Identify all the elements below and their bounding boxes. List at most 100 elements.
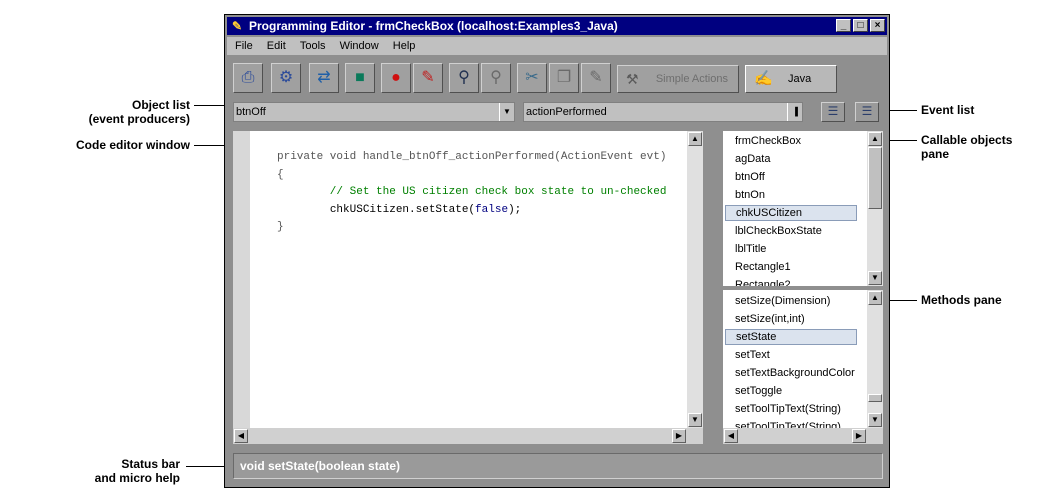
objects-scrollbar[interactable]: ▲ ▼ — [867, 131, 883, 286]
scroll-left-icon[interactable]: ◀ — [724, 429, 738, 443]
minimize-button[interactable]: _ — [836, 19, 851, 32]
event-list-dropdown[interactable]: actionPerformed ▐ — [523, 102, 803, 122]
methods-scrollbar[interactable]: ▲ ▼ — [867, 290, 883, 428]
code-line: } — [277, 221, 284, 233]
methods-horizontal-scrollbar[interactable]: ◀ ▶ — [723, 428, 883, 444]
run-icon: ⇄ — [317, 69, 331, 86]
window-title: Programming Editor - frmCheckBox (localh… — [249, 19, 618, 33]
list-item[interactable]: agData — [735, 151, 770, 167]
scroll-up-icon[interactable]: ▲ — [688, 132, 702, 146]
print-icon: ⎙ — [241, 69, 255, 86]
annotation-status-bar: Status bar and micro help — [40, 457, 180, 485]
object-list-dropdown[interactable]: btnOff ▼ — [233, 102, 515, 122]
scroll-right-icon[interactable]: ▶ — [672, 429, 686, 443]
title-bar[interactable]: ✎ Programming Editor - frmCheckBox (loca… — [227, 17, 887, 35]
debug-button[interactable]: ■ — [345, 63, 375, 93]
single-pane-button[interactable]: ☰ — [821, 102, 845, 122]
annotation-object-list-title: Object list — [131, 98, 190, 112]
list-item[interactable]: Rectangle1 — [735, 259, 791, 275]
list-item[interactable]: lblCheckBoxState — [735, 223, 822, 239]
chevron-down-icon[interactable]: ▐ — [787, 103, 802, 121]
annotation-code-editor: Code editor window — [76, 138, 190, 152]
list-item[interactable]: setTextBackgroundColor — [735, 365, 855, 381]
cut-button[interactable]: ✂ — [517, 63, 547, 93]
list-item[interactable]: btnOn — [735, 187, 765, 203]
stop-button[interactable]: ● — [381, 63, 411, 93]
split-pane-button[interactable]: ☰ — [855, 102, 879, 122]
simple-actions-label: Simple Actions — [655, 73, 728, 85]
list-item[interactable]: lblTitle — [735, 241, 766, 257]
scroll-down-icon[interactable]: ▼ — [868, 271, 882, 285]
list-item[interactable]: frmCheckBox — [735, 133, 801, 149]
edit-icon: ✎ — [421, 69, 435, 86]
code-editor[interactable]: private void handle_btnOff_actionPerform… — [233, 131, 703, 444]
menu-bar: File Edit Tools Window Help — [227, 37, 887, 55]
code-line: { — [277, 168, 284, 181]
java-icon: ✍ — [754, 70, 773, 87]
annotation-event-list: Event list — [921, 103, 975, 117]
object-list-value: btnOff — [236, 106, 266, 118]
code-text[interactable]: private void handle_btnOff_actionPerform… — [277, 149, 666, 237]
compile-button[interactable]: ⚙ — [271, 63, 301, 93]
annotation-methods-pane: Methods pane — [921, 293, 1002, 307]
list-item[interactable]: setToggle — [735, 383, 782, 399]
code-call-end: ); — [508, 203, 522, 216]
simple-actions-button[interactable]: ⚒ Simple Actions — [617, 65, 739, 93]
annotation-callable-objects-title: Callable objects — [921, 133, 1013, 147]
split-pane-icon: ☰ — [861, 104, 873, 118]
list-item-selected[interactable]: setState — [725, 329, 857, 345]
scroll-thumb[interactable] — [868, 147, 882, 209]
list-item[interactable]: setSize(int,int) — [735, 311, 805, 327]
chevron-down-icon[interactable]: ▼ — [499, 103, 514, 121]
menu-window[interactable]: Window — [340, 40, 379, 52]
find-next-icon: ⚲ — [490, 69, 502, 86]
list-item[interactable]: setText — [735, 347, 770, 363]
callable-objects-pane[interactable]: frmCheckBox agData btnOff btnOn chkUSCit… — [723, 131, 883, 286]
maximize-button[interactable]: □ — [853, 19, 868, 32]
code-call-object: chkUSCitizen.setState( — [329, 203, 476, 216]
find-next-button[interactable]: ⚲ — [481, 63, 511, 93]
java-button[interactable]: ✍ Java — [745, 65, 837, 93]
annotation-status-bar-title: Status bar — [121, 457, 180, 471]
scroll-right-icon[interactable]: ▶ — [852, 429, 866, 443]
simple-actions-icon: ⚒ — [626, 71, 639, 87]
paste-button[interactable]: ✎ — [581, 63, 611, 93]
menu-file[interactable]: File — [235, 40, 253, 52]
editor-vertical-scrollbar[interactable]: ▲ ▼ — [687, 131, 703, 428]
cut-icon: ✂ — [525, 69, 539, 86]
list-item[interactable]: setSize(Dimension) — [735, 293, 830, 309]
annotation-object-list: Object list (event producers) — [40, 98, 190, 126]
copy-icon: ❐ — [556, 69, 572, 86]
menu-edit[interactable]: Edit — [267, 40, 286, 52]
event-list-value: actionPerformed — [526, 106, 607, 118]
editor-app-icon: ✎ — [231, 19, 243, 33]
print-button[interactable]: ⎙ — [233, 63, 263, 93]
scroll-down-icon[interactable]: ▼ — [868, 413, 882, 427]
run-button[interactable]: ⇄ — [309, 63, 339, 93]
list-item-selected[interactable]: chkUSCitizen — [725, 205, 857, 221]
list-item[interactable]: btnOff — [735, 169, 765, 185]
annotation-callable-objects-sub: pane — [921, 147, 950, 161]
list-item[interactable]: Rectangle2 — [735, 277, 791, 286]
list-item[interactable]: setToolTipText(String) — [735, 401, 841, 417]
code-line: private void handle_btnOff_actionPerform… — [277, 151, 667, 163]
menu-help[interactable]: Help — [393, 40, 416, 52]
scroll-down-icon[interactable]: ▼ — [688, 413, 702, 427]
scroll-up-icon[interactable]: ▲ — [868, 291, 882, 305]
menu-tools[interactable]: Tools — [300, 40, 326, 52]
scroll-left-icon[interactable]: ◀ — [234, 429, 248, 443]
scroll-thumb[interactable] — [868, 394, 882, 402]
close-button[interactable]: × — [870, 19, 885, 32]
code-keyword: false — [475, 203, 509, 216]
java-label: Java — [788, 73, 812, 85]
single-pane-icon: ☰ — [827, 104, 839, 118]
annotation-object-list-sub: (event producers) — [88, 112, 190, 126]
copy-button[interactable]: ❐ — [549, 63, 579, 93]
compile-icon: ⚙ — [278, 69, 294, 86]
scroll-up-icon[interactable]: ▲ — [868, 132, 882, 146]
editor-horizontal-scrollbar[interactable]: ◀ ▶ — [233, 428, 703, 444]
programming-editor-window: ✎ Programming Editor - frmCheckBox (loca… — [224, 14, 890, 488]
edit-button[interactable]: ✎ — [413, 63, 443, 93]
methods-pane[interactable]: setSize(Dimension) setSize(int,int) setS… — [723, 290, 883, 444]
find-button[interactable]: ⚲ — [449, 63, 479, 93]
